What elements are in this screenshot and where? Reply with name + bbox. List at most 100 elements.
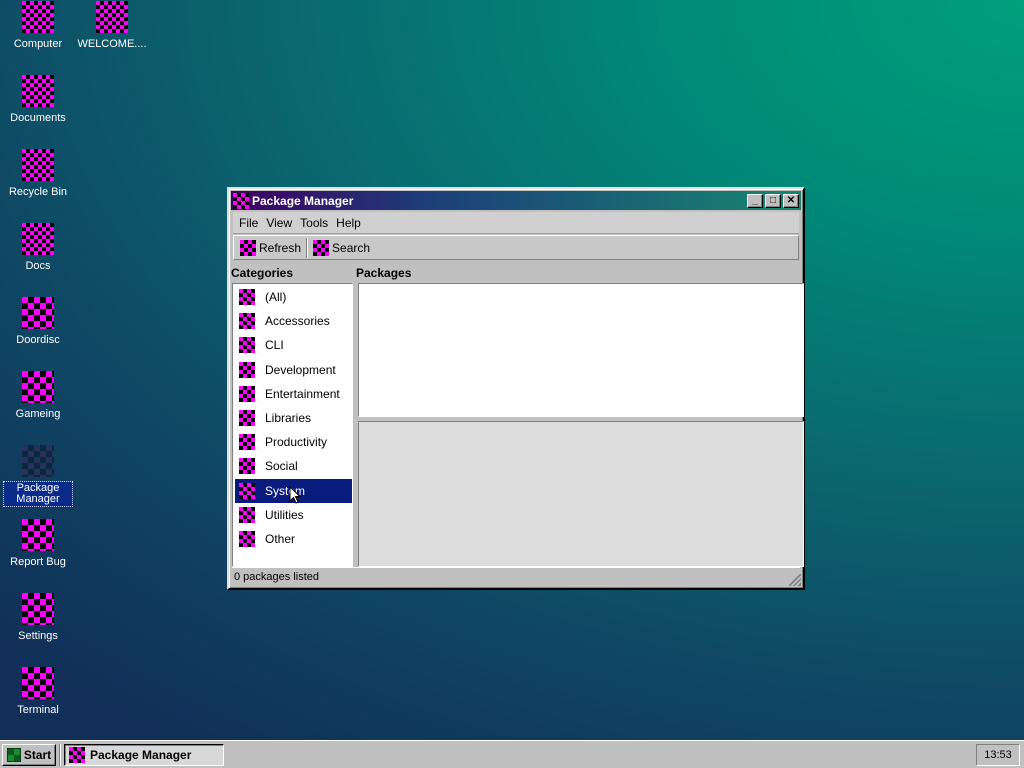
desktop-icon-label: Docs — [25, 260, 51, 272]
docs-icon — [22, 223, 54, 255]
desktop-icon-label: Report Bug — [10, 556, 66, 568]
desktop-icon-computer[interactable]: Computer — [2, 1, 74, 51]
desktop-icon-package-manager[interactable]: Package Manager — [2, 445, 74, 507]
category-label: CLI — [265, 338, 284, 353]
toolbar: Refresh Search — [233, 235, 799, 260]
package-list[interactable] — [358, 283, 804, 417]
category-label: Social — [265, 459, 298, 474]
category-icon — [239, 530, 255, 547]
minimize-button[interactable]: _ — [747, 193, 763, 208]
taskbar-button-label: Package Manager — [90, 747, 192, 762]
refresh-icon — [240, 239, 256, 256]
categories-heading: Categories — [231, 266, 294, 280]
terminal-icon — [22, 667, 54, 699]
category-item-cli[interactable]: CLI — [235, 333, 352, 357]
folder-icon — [22, 75, 54, 107]
desktop-icon-label: Documents — [10, 112, 66, 124]
category-icon — [239, 313, 255, 330]
system-clock[interactable]: 13:53 — [976, 744, 1020, 766]
menu-file[interactable]: File — [235, 216, 262, 230]
desktop-icon-settings[interactable]: Settings — [2, 593, 74, 643]
mouse-cursor-icon — [289, 486, 301, 504]
category-item-libraries[interactable]: Libraries — [235, 406, 352, 430]
category-item-other[interactable]: Other — [235, 527, 352, 551]
app-icon — [233, 192, 249, 209]
status-text: 0 packages listed — [234, 570, 319, 583]
menu-view[interactable]: View — [262, 216, 296, 230]
search-icon — [313, 239, 330, 256]
taskbar: Start Package Manager 13:53 — [0, 740, 1024, 768]
recycle-bin-icon — [22, 149, 54, 181]
toolbar-separator — [306, 237, 309, 258]
category-label: Accessories — [265, 314, 330, 329]
refresh-button[interactable]: Refresh — [237, 239, 304, 256]
desktop-icon-terminal[interactable]: Terminal — [2, 667, 74, 717]
category-item-accessories[interactable]: Accessories — [235, 309, 352, 333]
menu-bar: File View Tools Help — [233, 212, 799, 234]
desktop-icon-label: Computer — [13, 38, 63, 50]
package-icon — [22, 445, 54, 477]
category-icon — [239, 458, 255, 475]
category-icon — [239, 506, 255, 523]
window-title: Package Manager — [252, 193, 354, 208]
desktop-icon-doordisc[interactable]: Doordisc — [2, 297, 74, 347]
start-logo-icon — [6, 747, 21, 762]
category-label: Development — [265, 362, 336, 377]
computer-icon — [22, 1, 54, 33]
search-label: Search — [332, 240, 371, 255]
search-button[interactable]: Search — [310, 239, 373, 256]
menu-tools[interactable]: Tools — [296, 216, 332, 230]
taskbar-separator — [59, 743, 61, 766]
desktop-icon-documents[interactable]: Documents — [2, 75, 74, 125]
close-button[interactable]: ✕ — [783, 193, 799, 208]
status-bar: 0 packages listed — [232, 567, 800, 585]
category-icon — [239, 482, 255, 499]
package-manager-window[interactable]: Package Manager _ □ ✕ File View Tools He… — [227, 187, 805, 590]
desktop-icon-label: Recycle Bin — [8, 186, 68, 198]
settings-icon — [22, 593, 54, 625]
category-icon — [239, 385, 255, 402]
menu-help[interactable]: Help — [332, 216, 365, 230]
category-icon — [239, 337, 255, 354]
resize-grip-icon[interactable] — [789, 574, 801, 586]
desktop-icon-label: Terminal — [17, 704, 59, 716]
maximize-button[interactable]: □ — [765, 193, 781, 208]
category-item-development[interactable]: Development — [235, 358, 352, 382]
category-icon — [239, 289, 255, 306]
game-icon — [22, 371, 54, 403]
category-icon — [239, 434, 255, 451]
start-button[interactable]: Start — [2, 743, 56, 766]
title-bar[interactable]: Package Manager _ □ ✕ — [231, 191, 801, 210]
desktop-icon-report-bug[interactable]: Report Bug — [2, 519, 74, 569]
package-details-pane — [358, 421, 804, 567]
document-icon — [96, 1, 128, 33]
start-label: Start — [23, 747, 52, 762]
desktop-icon-label: Gameing — [15, 408, 61, 420]
category-item-utilities[interactable]: Utilities — [235, 503, 352, 527]
desktop-icon-label: Settings — [18, 630, 58, 642]
category-item-entertainment[interactable]: Entertainment — [235, 382, 352, 406]
category-label: Other — [265, 531, 296, 546]
desktop-icon-recycle-bin[interactable]: Recycle Bin — [2, 149, 74, 199]
taskbar-button-package-manager[interactable]: Package Manager — [64, 743, 224, 766]
bug-icon — [22, 519, 54, 551]
category-icon — [239, 361, 255, 378]
desktop-icon-label: Package Manager — [3, 481, 73, 507]
desktop-icon-gameing[interactable]: Gameing — [2, 371, 74, 421]
category-label: (All) — [265, 290, 287, 305]
category-label: Entertainment — [265, 386, 340, 401]
app-icon — [69, 746, 85, 763]
desktop-icon-label: Doordisc — [16, 334, 60, 346]
category-item-all[interactable]: (All) — [235, 285, 352, 309]
category-item-productivity[interactable]: Productivity — [235, 430, 352, 454]
category-list[interactable]: (All) Accessories CLI Development Entert… — [232, 283, 353, 567]
category-icon — [239, 410, 255, 427]
desktop-icon-docs[interactable]: Docs — [2, 223, 74, 273]
category-label: Utilities — [265, 507, 304, 522]
category-label: Productivity — [265, 435, 328, 450]
packages-heading: Packages — [356, 266, 412, 280]
category-item-social[interactable]: Social — [235, 454, 352, 478]
category-label: Libraries — [265, 411, 312, 426]
doordisc-icon — [22, 297, 54, 329]
desktop-icon-welcome[interactable]: WELCOME.... — [76, 1, 148, 51]
